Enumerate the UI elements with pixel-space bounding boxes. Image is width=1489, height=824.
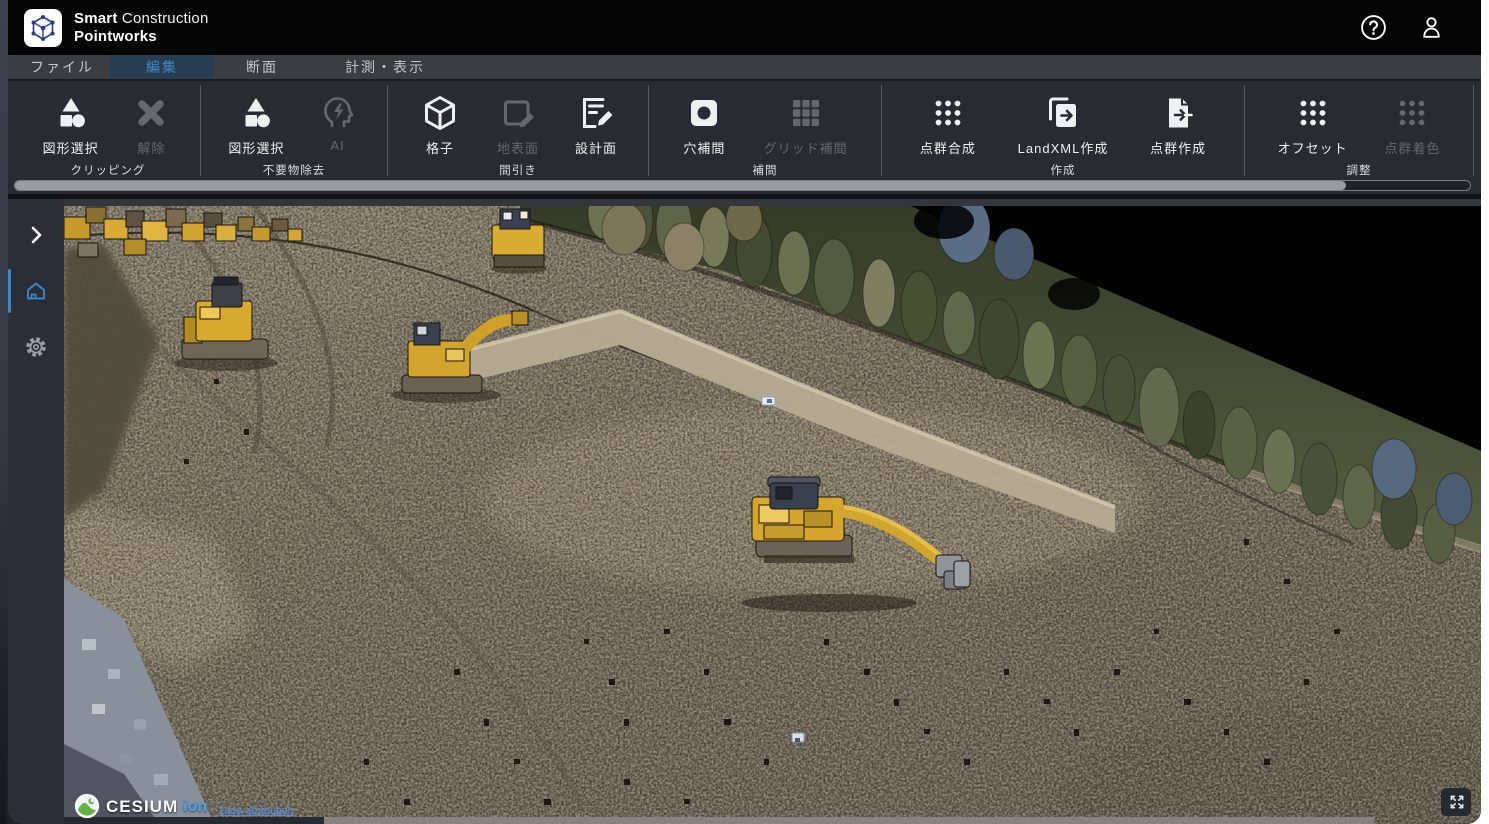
toolbar-button-label: 点群作成 xyxy=(1150,141,1207,156)
shapes-icon xyxy=(49,91,93,135)
toolbar-button-label: 格子 xyxy=(425,141,454,156)
menu-tab-bar: ファイル 編集 断面 計測・表示 xyxy=(8,55,1481,81)
surface-pencil-icon xyxy=(496,91,540,135)
toolbar-group-3: 格子 地表面 設計面間引き xyxy=(388,85,649,177)
toolbar-group-label: 不要物除去 xyxy=(262,165,326,177)
cesium-brand: CESIUM xyxy=(106,797,179,816)
ai-head-icon xyxy=(316,91,360,135)
grid-icon xyxy=(784,91,828,135)
fullscreen-button[interactable] xyxy=(1441,788,1471,816)
toolbar-group-label: 作成 xyxy=(1050,165,1076,177)
toolbar-group-5: 点群合成 LandXML作成 点群作成作成 xyxy=(882,85,1245,177)
toolbar-button-図形選択[interactable]: 図形選択 xyxy=(39,89,103,159)
hole-icon xyxy=(682,91,726,135)
toolbar-scrollbar[interactable] xyxy=(14,180,1471,191)
toolbar-button-label: 図形選択 xyxy=(228,141,285,156)
tab-edit[interactable]: 編集 xyxy=(110,55,214,79)
toolbar-button-label: 点群合成 xyxy=(919,141,976,156)
dots-icon xyxy=(1291,91,1335,135)
toolbar-button-グリッド補間: グリッド補間 xyxy=(760,89,852,159)
design-pencil-icon xyxy=(574,91,618,135)
toolbar-group-label: 補間 xyxy=(752,165,778,177)
sidebar-item-home[interactable] xyxy=(8,269,56,313)
toolbar-button-穴補間[interactable]: 穴補間 xyxy=(678,89,730,159)
account-button[interactable] xyxy=(1415,12,1447,44)
app-title: Smart Construction Pointworks xyxy=(74,9,209,45)
tab-file[interactable]: ファイル xyxy=(14,55,110,79)
home-icon xyxy=(24,279,48,303)
help-button[interactable] xyxy=(1357,12,1389,44)
tab-measure[interactable]: 計測・表示 xyxy=(310,55,460,79)
gear-icon xyxy=(24,335,48,359)
cesium-ion-label: ion xyxy=(183,798,208,815)
sidebar-item-settings[interactable] xyxy=(16,327,56,367)
ribbon-toolbar: 図形選択 解除クリッピング 図形選択 AI 不要物除去 格子 地表面 設計面間引き 穴補間 グリッ… xyxy=(8,81,1481,199)
shapes-icon xyxy=(234,91,278,135)
doc-arrow-icon xyxy=(1156,91,1200,135)
cesium-logo-icon xyxy=(74,793,100,819)
toolbar-button-解除: 解除 xyxy=(125,89,177,159)
toolbar-button-label: 点群着色 xyxy=(1384,141,1441,156)
toolbar-button-label: 解除 xyxy=(137,141,166,156)
toolbar-button-label: 設計面 xyxy=(574,141,617,156)
toolbar-group-label: 間引き xyxy=(499,165,537,177)
toolbar-button-図形選択[interactable]: 図形選択 xyxy=(224,89,288,159)
tab-section[interactable]: 断面 xyxy=(214,55,310,79)
toolbar-button-label: 穴補間 xyxy=(683,141,726,156)
app-window: Smart Construction Pointworks ファイル 編集 断面 計測… xyxy=(8,0,1481,824)
fullscreen-icon xyxy=(1450,795,1464,809)
dots-icon xyxy=(926,91,970,135)
chevron-right-icon xyxy=(24,223,48,247)
toolbar-button-点群合成[interactable]: 点群合成 xyxy=(916,89,980,159)
toolbar-scrollbar-thumb[interactable] xyxy=(15,181,1347,190)
toolbar-button-オフセット[interactable]: オフセット xyxy=(1274,89,1352,159)
app-logo xyxy=(24,8,62,47)
viewport-3d[interactable]: CESIUM ion Data attribution xyxy=(64,199,1481,824)
sidebar-active-indicator xyxy=(8,269,11,313)
help-icon xyxy=(1360,15,1386,40)
toolbar-button-LandXML作成[interactable]: LandXML作成 xyxy=(1014,89,1113,159)
doc-copy-arrow-icon xyxy=(1041,91,1085,135)
toolbar-group-1: 図形選択 解除クリッピング xyxy=(16,85,201,177)
toolbar-group-label: クリッピング xyxy=(70,165,146,177)
user-icon xyxy=(1422,17,1440,38)
toolbar-button-点群着色: 点群着色 xyxy=(1380,89,1444,159)
toolbar-button-label: 地表面 xyxy=(496,141,539,156)
toolbar-button-設計面[interactable]: 設計面 xyxy=(570,89,622,159)
toolbar-group-2: 図形選択 AI 不要物除去 xyxy=(201,85,388,177)
toolbar-button-label: オフセット xyxy=(1277,141,1348,156)
data-attribution-link[interactable]: Data attribution xyxy=(219,804,294,819)
toolbar-button-AI: AI xyxy=(312,89,364,155)
pointworks-logo-icon xyxy=(31,14,55,41)
map-credit: CESIUM ion Data attribution xyxy=(74,793,294,819)
cube-icon xyxy=(418,91,462,135)
toolbar-button-label: 図形選択 xyxy=(42,141,99,156)
point-cloud-scene xyxy=(64,199,1481,824)
toolbar-button-label: LandXML作成 xyxy=(1017,141,1109,156)
toolbar-button-label: AI xyxy=(330,138,345,153)
toolbar-group-label: 調整 xyxy=(1346,165,1372,177)
sidebar-item-expand[interactable] xyxy=(16,215,56,255)
dots-icon xyxy=(1390,91,1434,135)
toolbar-group-4: 穴補間 グリッド補間補間 xyxy=(649,85,882,177)
toolbar-button-格子[interactable]: 格子 xyxy=(414,89,466,159)
x-icon xyxy=(129,91,173,135)
left-sidebar xyxy=(8,199,64,824)
toolbar-button-label: グリッド補間 xyxy=(763,141,848,156)
app-header: Smart Construction Pointworks xyxy=(8,0,1481,55)
toolbar-button-地表面: 地表面 xyxy=(492,89,544,159)
toolbar-group-6: オフセット 点群着色 調整 xyxy=(1245,85,1474,177)
toolbar-button-点群作成[interactable]: 点群作成 xyxy=(1146,89,1210,159)
